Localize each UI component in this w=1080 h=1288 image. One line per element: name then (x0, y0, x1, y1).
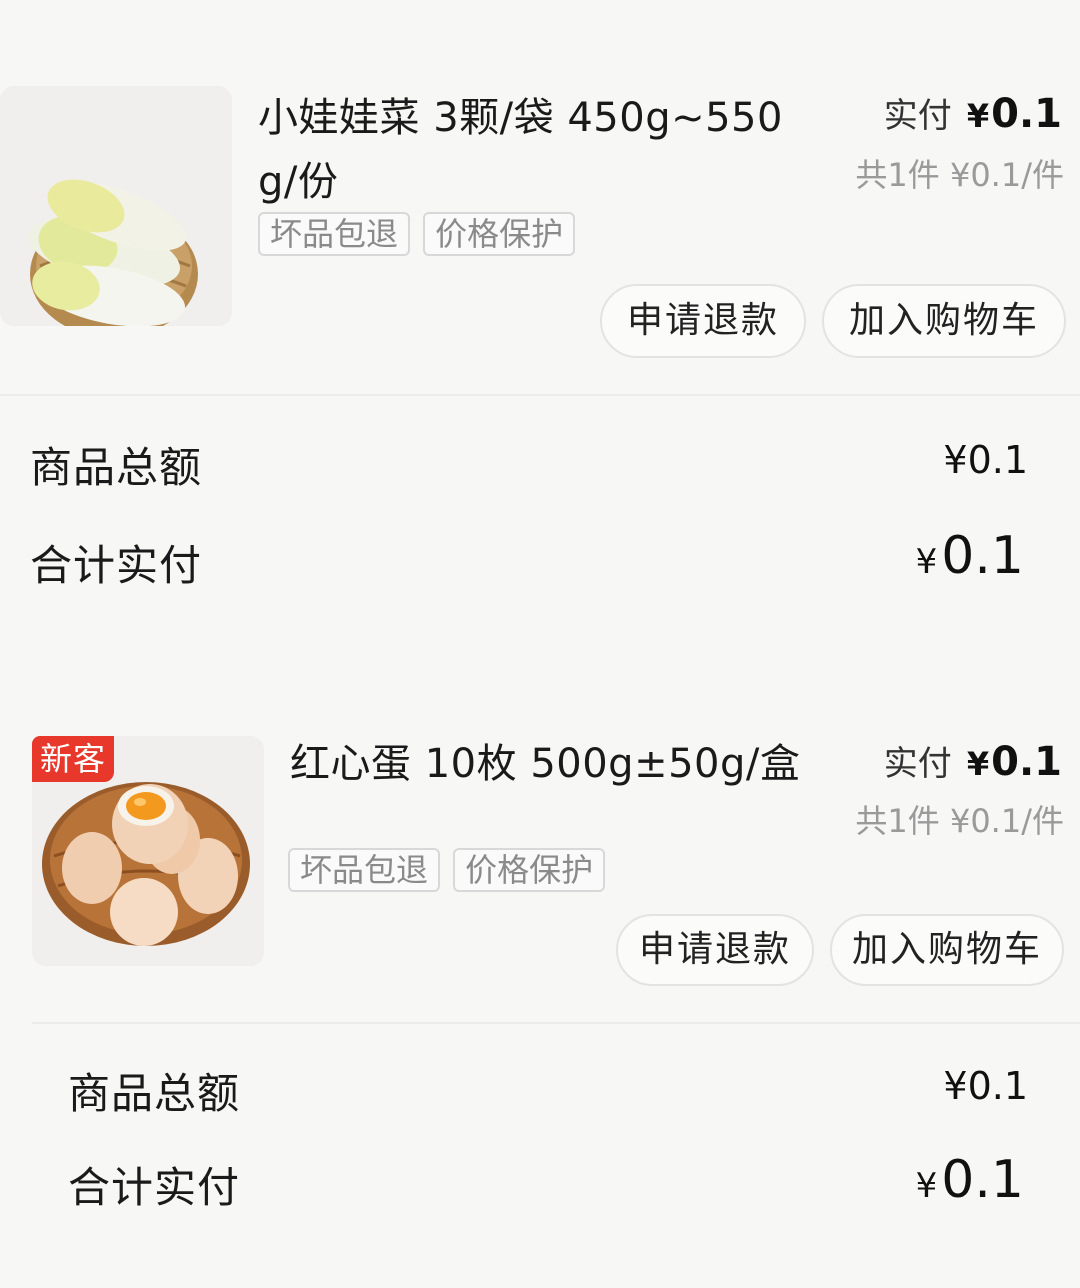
add-to-cart-button[interactable]: 加入购物车 (822, 284, 1066, 358)
quantity-unit-price: 共1件 ¥0.1/件 (855, 802, 1064, 840)
paid-value: ¥0.1 (967, 739, 1062, 785)
currency-symbol: ¥ (966, 97, 990, 135)
paid-value: ¥0.1 (967, 91, 1062, 137)
tag-bad-item-refund: 坏品包退 (258, 212, 411, 256)
order-card: 新客 红心蛋 10枚 500g±50g/盒 坏品包退 价格保护 实付 ¥0.1 … (0, 700, 1080, 1288)
tag-price-protection: 价格保护 (423, 212, 576, 256)
quantity-unit-price: 共1件 ¥0.1/件 (855, 156, 1064, 194)
tag-list: 坏品包退 价格保护 (258, 212, 583, 256)
total-number: 0.1 (941, 526, 1024, 586)
paid-label: 实付 (883, 744, 952, 784)
goods-total-label: 商品总额 (68, 1069, 241, 1118)
add-to-cart-button[interactable]: 加入购物车 (830, 914, 1064, 986)
total-number: 0.1 (941, 1150, 1024, 1210)
total-paid-label: 合计实付 (68, 1163, 241, 1212)
divider (0, 394, 1080, 396)
total-paid-label: 合计实付 (30, 541, 203, 590)
product-title[interactable]: 红心蛋 10枚 500g±50g/盒 (290, 732, 830, 796)
currency-symbol: ¥ (915, 542, 938, 582)
refund-button[interactable]: 申请退款 (600, 284, 806, 358)
total-paid-value: ¥0.1 (916, 1150, 1024, 1210)
product-title[interactable]: 小娃娃菜 3颗/袋 450g~550g/份 (258, 86, 798, 214)
tag-list: 坏品包退 价格保护 (288, 848, 613, 892)
paid-amount: 实付 ¥0.1 (884, 88, 1062, 137)
currency-symbol: ¥ (915, 1166, 938, 1206)
paid-number: 0.1 (991, 739, 1062, 785)
order-card: 小娃娃菜 3颗/袋 450g~550g/份 坏品包退 价格保护 实付 ¥0.1 … (0, 0, 1080, 640)
total-paid-value: ¥0.1 (916, 526, 1024, 586)
goods-total-value: ¥0.1 (943, 438, 1028, 482)
refund-button[interactable]: 申请退款 (616, 914, 814, 986)
new-customer-badge: 新客 (32, 736, 115, 782)
tag-price-protection: 价格保护 (453, 848, 606, 892)
cabbage-image (0, 86, 232, 326)
paid-amount: 实付 ¥0.1 (884, 736, 1062, 785)
product-image[interactable] (0, 86, 232, 326)
divider (32, 1022, 1080, 1024)
currency-symbol: ¥ (966, 745, 990, 783)
tag-bad-item-refund: 坏品包退 (288, 848, 441, 892)
paid-label: 实付 (883, 96, 952, 136)
goods-total-value: ¥0.1 (943, 1064, 1028, 1108)
goods-total-label: 商品总额 (30, 443, 203, 492)
paid-number: 0.1 (991, 91, 1062, 137)
